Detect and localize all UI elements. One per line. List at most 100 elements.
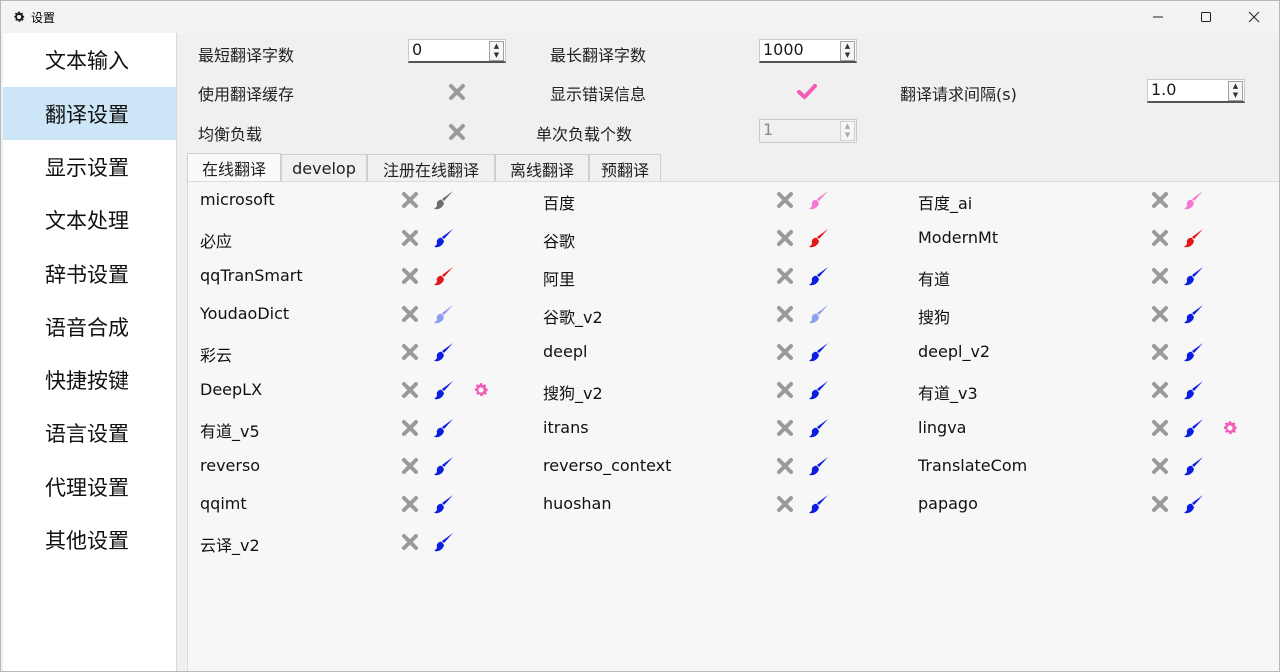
request-interval-spinbox[interactable]: 1.0 ▲ ▼ — [1147, 79, 1245, 103]
min-chars-spinbox[interactable]: 0 ▲ ▼ — [408, 39, 506, 63]
sidebar-item[interactable]: 语言设置 — [3, 406, 176, 459]
color-brush-icon[interactable] — [808, 341, 830, 363]
disable-toggle-icon[interactable] — [776, 495, 794, 513]
tab-2[interactable]: 注册在线翻译 — [367, 154, 495, 182]
service-name: 搜狗 — [918, 308, 951, 327]
service-name: 云译_v2 — [200, 536, 260, 555]
color-brush-icon[interactable] — [1183, 455, 1205, 477]
disable-toggle-icon[interactable] — [401, 191, 419, 209]
gear-icon — [12, 10, 26, 24]
disable-toggle-icon[interactable] — [1151, 457, 1169, 475]
tab-1[interactable]: develop — [281, 154, 367, 182]
disable-toggle-icon[interactable] — [401, 381, 419, 399]
disable-toggle-icon[interactable] — [401, 533, 419, 551]
color-brush-icon[interactable] — [1183, 227, 1205, 249]
settings-gear-icon[interactable] — [1221, 419, 1239, 437]
maximize-button[interactable] — [1183, 1, 1229, 33]
tab-0[interactable]: 在线翻译 — [187, 153, 281, 182]
color-brush-icon[interactable] — [433, 531, 455, 553]
sidebar-item[interactable]: 代理设置 — [3, 460, 176, 513]
disable-toggle-icon[interactable] — [1151, 267, 1169, 285]
disable-toggle-icon[interactable] — [1151, 305, 1169, 323]
service-name: 百度 — [543, 194, 576, 213]
sidebar-item[interactable]: 其他设置 — [3, 513, 176, 566]
disable-toggle-icon[interactable] — [776, 457, 794, 475]
settings-gear-icon[interactable] — [472, 381, 490, 399]
max-chars-spinbox[interactable]: 1000 ▲ ▼ — [759, 39, 857, 63]
spin-arrows[interactable]: ▲ ▼ — [840, 41, 855, 61]
disable-toggle-icon[interactable] — [1151, 343, 1169, 361]
color-brush-icon[interactable] — [433, 189, 455, 211]
disable-toggle-icon[interactable] — [401, 457, 419, 475]
color-brush-icon[interactable] — [1183, 379, 1205, 401]
color-brush-icon[interactable] — [433, 227, 455, 249]
service-name: reverso — [200, 456, 261, 475]
min-chars-value: 0 — [412, 40, 423, 59]
service-name: 阿里 — [543, 270, 576, 289]
service-name: deepl — [543, 342, 588, 361]
show-errors-toggle-on-icon[interactable] — [796, 83, 818, 101]
color-brush-icon[interactable] — [808, 227, 830, 249]
color-brush-icon[interactable] — [1183, 493, 1205, 515]
per-load-label: 单次负载个数 — [536, 125, 633, 144]
disable-toggle-icon[interactable] — [776, 305, 794, 323]
disable-toggle-icon[interactable] — [776, 381, 794, 399]
sidebar-item[interactable]: 文本输入 — [3, 33, 176, 86]
color-brush-icon[interactable] — [808, 379, 830, 401]
disable-toggle-icon[interactable] — [401, 419, 419, 437]
color-brush-icon[interactable] — [433, 379, 455, 401]
color-brush-icon[interactable] — [808, 265, 830, 287]
per-load-value: 1 — [763, 120, 774, 139]
use-cache-toggle-off-icon[interactable] — [448, 83, 466, 101]
sidebar-item[interactable]: 快捷按键 — [3, 353, 176, 406]
disable-toggle-icon[interactable] — [1151, 495, 1169, 513]
color-brush-icon[interactable] — [1183, 341, 1205, 363]
sidebar-item[interactable]: 文本处理 — [3, 193, 176, 246]
minimize-button[interactable] — [1135, 1, 1181, 33]
color-brush-icon[interactable] — [808, 189, 830, 211]
load-balance-toggle-off-icon[interactable] — [448, 123, 466, 141]
tab-3[interactable]: 离线翻译 — [495, 154, 589, 182]
color-brush-icon[interactable] — [1183, 189, 1205, 211]
spin-arrows[interactable]: ▲ ▼ — [1228, 81, 1243, 101]
color-brush-icon[interactable] — [433, 265, 455, 287]
color-brush-icon[interactable] — [433, 303, 455, 325]
service-name: 彩云 — [200, 346, 233, 365]
sidebar-item[interactable]: 辞书设置 — [3, 247, 176, 300]
color-brush-icon[interactable] — [808, 417, 830, 439]
disable-toggle-icon[interactable] — [401, 267, 419, 285]
disable-toggle-icon[interactable] — [776, 267, 794, 285]
disable-toggle-icon[interactable] — [401, 495, 419, 513]
color-brush-icon[interactable] — [433, 455, 455, 477]
disable-toggle-icon[interactable] — [776, 229, 794, 247]
color-brush-icon[interactable] — [1183, 265, 1205, 287]
disable-toggle-icon[interactable] — [776, 191, 794, 209]
disable-toggle-icon[interactable] — [401, 229, 419, 247]
spin-arrows[interactable]: ▲ ▼ — [489, 41, 504, 61]
sidebar-item[interactable]: 语音合成 — [3, 300, 176, 353]
disable-toggle-icon[interactable] — [401, 343, 419, 361]
color-brush-icon[interactable] — [808, 493, 830, 515]
sidebar-item[interactable]: 翻译设置 — [3, 87, 176, 140]
color-brush-icon[interactable] — [808, 455, 830, 477]
disable-toggle-icon[interactable] — [1151, 381, 1169, 399]
service-name: 有道 — [918, 270, 951, 289]
color-brush-icon[interactable] — [808, 303, 830, 325]
disable-toggle-icon[interactable] — [776, 419, 794, 437]
disable-toggle-icon[interactable] — [401, 305, 419, 323]
tab-4[interactable]: 预翻译 — [589, 154, 661, 182]
disable-toggle-icon[interactable] — [776, 343, 794, 361]
disable-toggle-icon[interactable] — [1151, 229, 1169, 247]
disable-toggle-icon[interactable] — [1151, 419, 1169, 437]
service-name: 谷歌_v2 — [543, 308, 603, 327]
color-brush-icon[interactable] — [1183, 303, 1205, 325]
sidebar-item[interactable]: 显示设置 — [3, 140, 176, 193]
title-bar: 设置 — [1, 1, 1279, 33]
color-brush-icon[interactable] — [433, 417, 455, 439]
close-button[interactable] — [1231, 1, 1277, 33]
disable-toggle-icon[interactable] — [1151, 191, 1169, 209]
color-brush-icon[interactable] — [433, 493, 455, 515]
max-chars-value: 1000 — [763, 40, 804, 59]
color-brush-icon[interactable] — [1183, 417, 1205, 439]
color-brush-icon[interactable] — [433, 341, 455, 363]
